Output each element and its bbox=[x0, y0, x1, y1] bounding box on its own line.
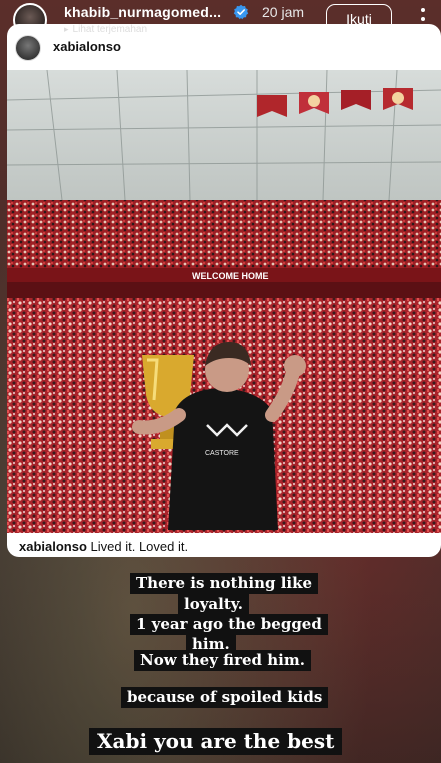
caption-text: Lived it. Loved it. bbox=[86, 539, 189, 554]
overlay-text-7: Xabi you are the best bbox=[89, 728, 343, 755]
shared-author-username[interactable]: xabialonso bbox=[53, 39, 121, 54]
verified-badge-icon bbox=[233, 4, 249, 20]
shared-post-card[interactable]: xabialonso WELCOME HOME CASTORE xabialon… bbox=[7, 24, 441, 557]
author-username[interactable]: khabib_nurmagomed... bbox=[64, 4, 221, 20]
overlay-text-3: 1 year ago the begged bbox=[130, 614, 328, 636]
caption-username[interactable]: xabialonso bbox=[19, 539, 87, 554]
photo-banner-text: WELCOME HOME bbox=[192, 271, 269, 281]
shirt-sponsor-text: CASTORE bbox=[205, 450, 239, 457]
overlay-text-5: Now they fired him. bbox=[134, 650, 311, 672]
stadium-photo: WELCOME HOME CASTORE bbox=[7, 70, 441, 533]
shared-post-photo[interactable]: WELCOME HOME CASTORE bbox=[7, 70, 441, 533]
shared-author-avatar[interactable] bbox=[15, 35, 41, 61]
translate-link[interactable]: ▸ Lihat terjemahan bbox=[64, 24, 147, 35]
overlay-text-6: because of spoiled kids bbox=[121, 687, 329, 709]
post-time: 20 jam bbox=[262, 4, 305, 20]
overlay-text-1: There is nothing like bbox=[130, 573, 319, 595]
translate-icon: ▸ bbox=[64, 24, 69, 34]
overlay-text-2: loyalty. bbox=[178, 594, 249, 616]
shared-post-caption: xabialonso Lived it. Loved it. bbox=[19, 539, 188, 554]
